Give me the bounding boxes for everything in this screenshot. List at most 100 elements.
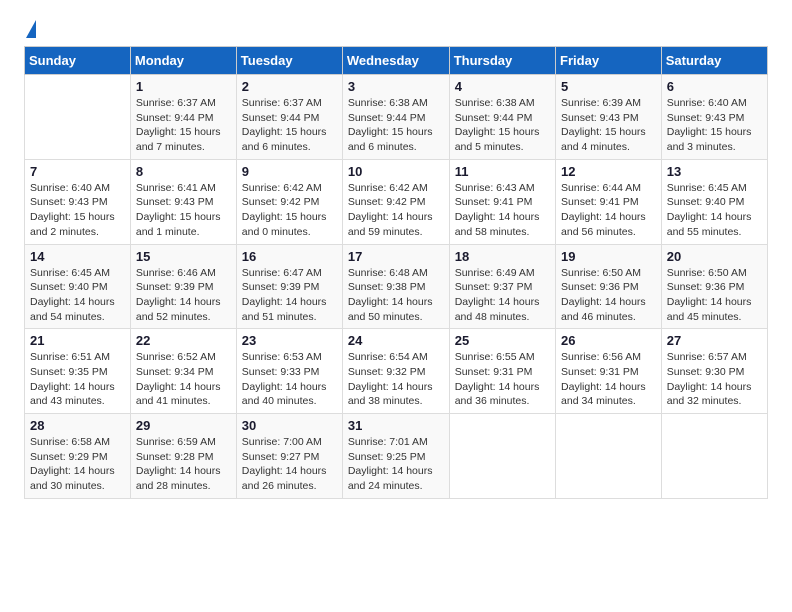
day-number: 25 <box>455 333 550 348</box>
day-info: Sunrise: 6:49 AM Sunset: 9:37 PM Dayligh… <box>455 266 550 325</box>
calendar-cell: 19 Sunrise: 6:50 AM Sunset: 9:36 PM Dayli… <box>556 244 662 329</box>
day-info: Sunrise: 6:57 AM Sunset: 9:30 PM Dayligh… <box>667 350 762 409</box>
day-info: Sunrise: 7:01 AM Sunset: 9:25 PM Dayligh… <box>348 435 444 494</box>
header-day-saturday: Saturday <box>661 47 767 75</box>
logo <box>24 20 36 38</box>
header-day-tuesday: Tuesday <box>236 47 342 75</box>
day-info: Sunrise: 6:40 AM Sunset: 9:43 PM Dayligh… <box>30 181 125 240</box>
day-number: 6 <box>667 79 762 94</box>
calendar-cell: 30 Sunrise: 7:00 AM Sunset: 9:27 PM Dayli… <box>236 414 342 499</box>
header-day-thursday: Thursday <box>449 47 555 75</box>
day-info: Sunrise: 6:54 AM Sunset: 9:32 PM Dayligh… <box>348 350 444 409</box>
day-info: Sunrise: 6:53 AM Sunset: 9:33 PM Dayligh… <box>242 350 337 409</box>
day-info: Sunrise: 6:38 AM Sunset: 9:44 PM Dayligh… <box>348 96 444 155</box>
day-number: 10 <box>348 164 444 179</box>
calendar-cell: 23Sunrise: 6:53 AM Sunset: 9:33 PM Dayli… <box>236 329 342 414</box>
day-number: 15 <box>136 249 231 264</box>
calendar-cell: 16 Sunrise: 6:47 AM Sunset: 9:39 PM Dayli… <box>236 244 342 329</box>
day-info: Sunrise: 6:43 AM Sunset: 9:41 PM Dayligh… <box>455 181 550 240</box>
day-number: 28 <box>30 418 125 433</box>
calendar-cell: 29Sunrise: 6:59 AM Sunset: 9:28 PM Dayli… <box>130 414 236 499</box>
day-number: 1 <box>136 79 231 94</box>
day-info: Sunrise: 6:56 AM Sunset: 9:31 PM Dayligh… <box>561 350 656 409</box>
day-info: Sunrise: 6:50 AM Sunset: 9:36 PM Dayligh… <box>667 266 762 325</box>
day-number: 17 <box>348 249 444 264</box>
day-number: 27 <box>667 333 762 348</box>
day-info: Sunrise: 6:45 AM Sunset: 9:40 PM Dayligh… <box>667 181 762 240</box>
calendar-cell: 8 Sunrise: 6:41 AM Sunset: 9:43 PM Daylig… <box>130 159 236 244</box>
header-day-friday: Friday <box>556 47 662 75</box>
calendar-cell <box>661 414 767 499</box>
calendar-cell: 24 Sunrise: 6:54 AM Sunset: 9:32 PM Dayli… <box>342 329 449 414</box>
calendar-cell: 17 Sunrise: 6:48 AM Sunset: 9:38 PM Dayli… <box>342 244 449 329</box>
day-info: Sunrise: 6:45 AM Sunset: 9:40 PM Dayligh… <box>30 266 125 325</box>
calendar-cell: 5Sunrise: 6:39 AM Sunset: 9:43 PM Daylig… <box>556 75 662 160</box>
day-number: 11 <box>455 164 550 179</box>
day-number: 3 <box>348 79 444 94</box>
header-day-monday: Monday <box>130 47 236 75</box>
calendar-cell: 11 Sunrise: 6:43 AM Sunset: 9:41 PM Dayli… <box>449 159 555 244</box>
calendar-cell: 2 Sunrise: 6:37 AM Sunset: 9:44 PM Daylig… <box>236 75 342 160</box>
header-day-wednesday: Wednesday <box>342 47 449 75</box>
day-number: 30 <box>242 418 337 433</box>
day-info: Sunrise: 6:42 AM Sunset: 9:42 PM Dayligh… <box>348 181 444 240</box>
day-number: 14 <box>30 249 125 264</box>
day-number: 13 <box>667 164 762 179</box>
day-info: Sunrise: 6:41 AM Sunset: 9:43 PM Dayligh… <box>136 181 231 240</box>
day-number: 29 <box>136 418 231 433</box>
day-info: Sunrise: 6:58 AM Sunset: 9:29 PM Dayligh… <box>30 435 125 494</box>
calendar-cell <box>556 414 662 499</box>
day-number: 31 <box>348 418 444 433</box>
calendar-cell <box>25 75 131 160</box>
day-number: 19 <box>561 249 656 264</box>
calendar-header: SundayMondayTuesdayWednesdayThursdayFrid… <box>25 47 768 75</box>
day-number: 22 <box>136 333 231 348</box>
week-row-1: 1 Sunrise: 6:37 AM Sunset: 9:44 PM Daylig… <box>25 75 768 160</box>
calendar-body: 1 Sunrise: 6:37 AM Sunset: 9:44 PM Daylig… <box>25 75 768 499</box>
calendar-cell: 3 Sunrise: 6:38 AM Sunset: 9:44 PM Daylig… <box>342 75 449 160</box>
calendar-cell: 13 Sunrise: 6:45 AM Sunset: 9:40 PM Dayli… <box>661 159 767 244</box>
week-row-5: 28 Sunrise: 6:58 AM Sunset: 9:29 PM Dayli… <box>25 414 768 499</box>
calendar-cell: 4 Sunrise: 6:38 AM Sunset: 9:44 PM Daylig… <box>449 75 555 160</box>
calendar-cell: 27 Sunrise: 6:57 AM Sunset: 9:30 PM Dayli… <box>661 329 767 414</box>
day-info: Sunrise: 6:48 AM Sunset: 9:38 PM Dayligh… <box>348 266 444 325</box>
calendar-cell: 15 Sunrise: 6:46 AM Sunset: 9:39 PM Dayli… <box>130 244 236 329</box>
day-number: 8 <box>136 164 231 179</box>
calendar-cell: 22 Sunrise: 6:52 AM Sunset: 9:34 PM Dayli… <box>130 329 236 414</box>
day-info: Sunrise: 6:46 AM Sunset: 9:39 PM Dayligh… <box>136 266 231 325</box>
day-info: Sunrise: 6:37 AM Sunset: 9:44 PM Dayligh… <box>136 96 231 155</box>
day-number: 7 <box>30 164 125 179</box>
calendar-cell: 18Sunrise: 6:49 AM Sunset: 9:37 PM Dayli… <box>449 244 555 329</box>
calendar-cell <box>449 414 555 499</box>
day-info: Sunrise: 6:40 AM Sunset: 9:43 PM Dayligh… <box>667 96 762 155</box>
calendar-cell: 26 Sunrise: 6:56 AM Sunset: 9:31 PM Dayli… <box>556 329 662 414</box>
calendar-cell: 20 Sunrise: 6:50 AM Sunset: 9:36 PM Dayli… <box>661 244 767 329</box>
day-info: Sunrise: 7:00 AM Sunset: 9:27 PM Dayligh… <box>242 435 337 494</box>
day-number: 26 <box>561 333 656 348</box>
day-number: 16 <box>242 249 337 264</box>
calendar-table: SundayMondayTuesdayWednesdayThursdayFrid… <box>24 46 768 499</box>
week-row-2: 7 Sunrise: 6:40 AM Sunset: 9:43 PM Daylig… <box>25 159 768 244</box>
header-day-sunday: Sunday <box>25 47 131 75</box>
day-info: Sunrise: 6:38 AM Sunset: 9:44 PM Dayligh… <box>455 96 550 155</box>
day-info: Sunrise: 6:37 AM Sunset: 9:44 PM Dayligh… <box>242 96 337 155</box>
day-info: Sunrise: 6:47 AM Sunset: 9:39 PM Dayligh… <box>242 266 337 325</box>
day-info: Sunrise: 6:52 AM Sunset: 9:34 PM Dayligh… <box>136 350 231 409</box>
day-info: Sunrise: 6:44 AM Sunset: 9:41 PM Dayligh… <box>561 181 656 240</box>
calendar-cell: 25 Sunrise: 6:55 AM Sunset: 9:31 PM Dayli… <box>449 329 555 414</box>
day-info: Sunrise: 6:51 AM Sunset: 9:35 PM Dayligh… <box>30 350 125 409</box>
day-number: 4 <box>455 79 550 94</box>
calendar-cell: 7 Sunrise: 6:40 AM Sunset: 9:43 PM Daylig… <box>25 159 131 244</box>
week-row-3: 14 Sunrise: 6:45 AM Sunset: 9:40 PM Dayli… <box>25 244 768 329</box>
calendar-cell: 31 Sunrise: 7:01 AM Sunset: 9:25 PM Dayli… <box>342 414 449 499</box>
day-number: 12 <box>561 164 656 179</box>
page-header <box>24 20 768 38</box>
day-info: Sunrise: 6:55 AM Sunset: 9:31 PM Dayligh… <box>455 350 550 409</box>
day-info: Sunrise: 6:50 AM Sunset: 9:36 PM Dayligh… <box>561 266 656 325</box>
day-number: 24 <box>348 333 444 348</box>
day-number: 5 <box>561 79 656 94</box>
week-row-4: 21 Sunrise: 6:51 AM Sunset: 9:35 PM Dayli… <box>25 329 768 414</box>
day-number: 20 <box>667 249 762 264</box>
day-number: 21 <box>30 333 125 348</box>
day-number: 2 <box>242 79 337 94</box>
